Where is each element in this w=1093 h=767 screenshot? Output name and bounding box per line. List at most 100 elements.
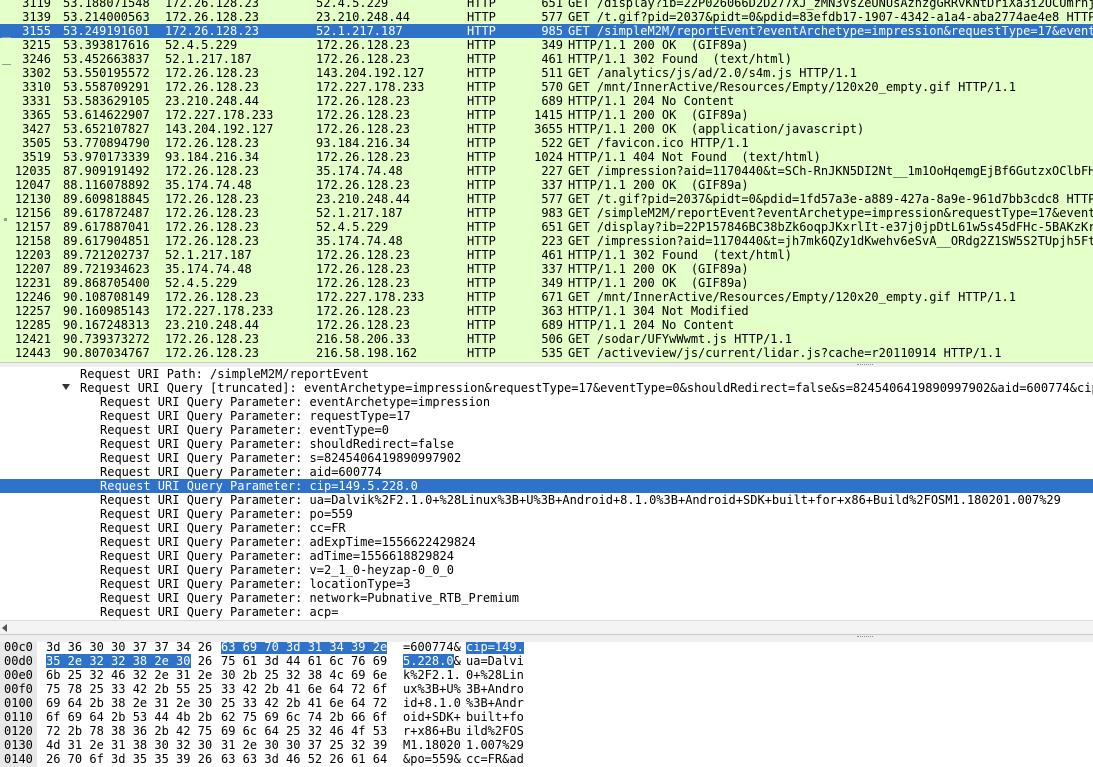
packet-row[interactable]: 3365 53.614622907 172.227.178.233 172.26.12… xyxy=(0,108,1093,122)
hex-row[interactable]: 00c0 3d 36 30 30 37 37 34 26 63 69 70 3d 3… xyxy=(0,642,1093,654)
hex-row[interactable]: 00f0 75 78 25 33 42 2b 55 25 33 42 2b 41 6… xyxy=(0,682,1093,696)
detail-text: Request URI Query Parameter: adTime=1556… xyxy=(100,549,455,563)
packet-protocol: HTTP xyxy=(467,318,496,332)
detail-row[interactable]: Request URI Query Parameter: adTime=1556… xyxy=(0,549,1093,563)
packet-info: GET /impression?aid=1170440&t=jh7mk6QZy1… xyxy=(568,234,1093,248)
packet-time: 89.721202737 xyxy=(63,248,150,262)
packet-length: 651 xyxy=(541,220,563,234)
packet-list[interactable]: 3119 53.188071548 172.26.128.23 52.4.5.229 H… xyxy=(0,0,1093,362)
details-horizontal-scrollbar[interactable] xyxy=(0,620,1093,634)
expand-arrow-icon[interactable] xyxy=(62,384,70,390)
packet-row[interactable]: 12035 87.909191492 172.26.128.23 35.174.74.… xyxy=(0,164,1093,178)
packet-row[interactable]: 12207 89.721934623 35.174.74.48 172.26.128.… xyxy=(0,262,1093,276)
packet-source: 172.26.128.23 xyxy=(165,206,259,220)
packet-length: 363 xyxy=(541,304,563,318)
detail-row[interactable]: Request URI Query Parameter: locationTyp… xyxy=(0,577,1093,591)
ascii-text: r+x86+Bu xyxy=(403,724,461,738)
detail-row[interactable]: Request URI Query Parameter: po=559 xyxy=(0,507,1093,521)
detail-row[interactable]: Request URI Query Parameter: ua=Dalvik%2… xyxy=(0,493,1093,507)
ascii-text: M1.18020 xyxy=(403,738,461,752)
packet-number: 12257 xyxy=(14,304,51,318)
packet-destination: 172.26.128.23 xyxy=(316,108,410,122)
packet-row[interactable]: 3310 53.558709291 172.26.128.23 172.227.178… xyxy=(0,80,1093,94)
packet-length: 227 xyxy=(541,164,563,178)
packet-row[interactable]: 12421 90.739373272 172.26.128.23 216.58.206… xyxy=(0,332,1093,346)
detail-row[interactable]: Request URI Query Parameter: cc=FR xyxy=(0,521,1093,535)
packet-protocol: HTTP xyxy=(467,276,496,290)
packet-details-tree[interactable]: Request URI Path: /simpleM2M/reportEvent… xyxy=(0,367,1093,620)
packet-row[interactable]: 12203 89.721202737 52.1.217.187 172.26.128.… xyxy=(0,248,1093,262)
packet-length: 570 xyxy=(541,80,563,94)
packet-row[interactable]: 12047 88.116078892 35.174.74.48 172.26.128.… xyxy=(0,178,1093,192)
packet-destination: 172.26.128.23 xyxy=(316,248,410,262)
hex-bytes-left: 6f 69 64 2b 53 44 4b 2b xyxy=(46,710,212,724)
packet-source: 93.184.216.34 xyxy=(165,150,259,164)
ascii-right: cc=FR&ad xyxy=(466,752,524,766)
packet-row[interactable]: 3519 53.970173339 93.184.216.34 172.26.128.… xyxy=(0,150,1093,164)
packet-row[interactable]: 12231 89.868705400 52.4.5.229 172.26.128.23… xyxy=(0,276,1093,290)
packet-row[interactable]: 3119 53.188071548 172.26.128.23 52.4.5.229 H… xyxy=(0,0,1093,10)
detail-row[interactable]: Request URI Query Parameter: adExpTime=1… xyxy=(0,535,1093,549)
packet-row[interactable]: 12158 89.617904851 172.26.128.23 35.174.74.… xyxy=(0,234,1093,248)
packet-row[interactable]: 3246 53.452663837 52.1.217.187 172.26.128.2… xyxy=(0,52,1093,66)
packet-source: 35.174.74.48 xyxy=(165,262,252,276)
detail-row[interactable]: Request URI Query Parameter: v=2_1_0-hey… xyxy=(0,563,1093,577)
detail-row[interactable]: Request URI Query Parameter: eventType=0 xyxy=(0,423,1093,437)
packet-row[interactable]: 3215 53.393817616 52.4.5.229 172.26.128.23 H… xyxy=(0,38,1093,52)
packet-time: 53.393817616 xyxy=(63,38,150,52)
hex-row[interactable]: 00e0 6b 25 32 46 32 2e 31 2e 30 2b 25 32 3… xyxy=(0,668,1093,682)
packet-row[interactable]: 12443 90.807034767 172.26.128.23 216.58.198… xyxy=(0,346,1093,360)
detail-row[interactable]: Request URI Path: /simpleM2M/reportEvent xyxy=(0,367,1093,381)
packet-row[interactable]: 12285 90.167248313 23.210.248.44 172.26.128… xyxy=(0,318,1093,332)
packet-source: 172.26.128.23 xyxy=(165,24,259,38)
hex-row[interactable]: 0130 4d 31 2e 31 38 30 32 30 31 2e 30 30 3… xyxy=(0,738,1093,752)
packet-row[interactable]: 3155 53.249191601 172.26.128.23 52.1.217.18… xyxy=(0,24,1093,38)
detail-row[interactable]: Request URI Query [truncated]: eventArch… xyxy=(0,381,1093,395)
packet-protocol: HTTP xyxy=(467,136,496,150)
detail-row[interactable]: Request URI Query Parameter: s=824540641… xyxy=(0,451,1093,465)
hex-row[interactable]: 0120 72 2b 78 38 36 2b 42 75 69 6c 64 25 3… xyxy=(0,724,1093,738)
packet-destination: 172.26.128.23 xyxy=(316,304,410,318)
ascii-text: &po=559& xyxy=(403,752,461,766)
packet-row[interactable]: 12157 89.617887041 172.26.128.23 52.4.5.229… xyxy=(0,220,1093,234)
packet-source: 172.227.178.233 xyxy=(165,304,274,318)
packet-destination: 35.174.74.48 xyxy=(316,164,403,178)
hex-row[interactable]: 0140 26 70 6f 3d 35 35 39 26 63 63 3d 46 5… xyxy=(0,752,1093,766)
packet-number: 12207 xyxy=(14,262,51,276)
packet-row[interactable]: 3331 53.583629105 23.210.248.44 172.26.128.… xyxy=(0,94,1093,108)
detail-row[interactable]: Request URI Query Parameter: cip=149.5.2… xyxy=(0,479,1093,493)
packet-row[interactable]: 3302 53.550195572 172.26.128.23 143.204.192… xyxy=(0,66,1093,80)
hex-row[interactable]: 00d0 35 2e 32 32 38 2e 30 26 75 61 3d 44 6… xyxy=(0,654,1093,668)
packet-row[interactable]: 12246 90.108708149 172.26.128.23 172.227.17… xyxy=(0,290,1093,304)
hex-row[interactable]: 0110 6f 69 64 2b 53 44 4b 2b 62 75 69 6c 7… xyxy=(0,710,1093,724)
packet-time: 90.807034767 xyxy=(63,346,150,360)
packet-destination: 216.58.206.33 xyxy=(316,332,410,346)
packet-row[interactable]: 12257 90.160985143 172.227.178.233 172.26.1… xyxy=(0,304,1093,318)
packet-length: 1024 xyxy=(534,150,563,164)
hex-row[interactable]: 0100 69 64 2b 38 2e 31 2e 30 25 33 42 2b 4… xyxy=(0,696,1093,710)
detail-text: Request URI Query Parameter: aid=600774 xyxy=(100,465,382,479)
packet-row[interactable]: 3139 53.214000563 172.26.128.23 23.210.248.… xyxy=(0,10,1093,24)
packet-row[interactable]: 3427 53.652107827 143.204.192.127 172.26.12… xyxy=(0,122,1093,136)
packet-row[interactable]: 12156 89.617872487 172.26.128.23 52.1.217.1… xyxy=(0,206,1093,220)
ascii-right: 0+%28Lin xyxy=(466,668,524,682)
packet-source: 52.1.217.187 xyxy=(165,248,252,262)
packet-bytes-pane[interactable]: 00c0 3d 36 30 30 37 37 34 26 63 69 70 3d 3… xyxy=(0,642,1093,767)
detail-row[interactable]: Request URI Query Parameter: aid=600774 xyxy=(0,465,1093,479)
packet-length: 535 xyxy=(541,346,563,360)
packet-source: 172.26.128.23 xyxy=(165,164,259,178)
packet-row[interactable]: 3505 53.770894790 172.26.128.23 93.184.216.… xyxy=(0,136,1093,150)
packet-time: 89.617904851 xyxy=(63,234,150,248)
ascii-right: ild%2FOS xyxy=(466,724,524,738)
detail-row[interactable]: Request URI Query Parameter: eventArchet… xyxy=(0,395,1093,409)
detail-row[interactable]: Request URI Query Parameter: shouldRedir… xyxy=(0,437,1093,451)
packet-info: HTTP/1.1 200 OK (GIF89a) xyxy=(568,38,749,52)
detail-row[interactable]: Request URI Query Parameter: acp= xyxy=(0,605,1093,619)
detail-row[interactable]: Request URI Query Parameter: requestType… xyxy=(0,409,1093,423)
hex-bytes: 35 2e 32 32 38 2e 30 xyxy=(46,654,191,668)
details-splitter[interactable] xyxy=(0,634,1093,642)
packet-row[interactable]: 12130 89.609818845 172.26.128.23 23.210.248… xyxy=(0,192,1093,206)
scroll-left-arrow-icon[interactable] xyxy=(2,624,7,632)
detail-row[interactable]: Request URI Query Parameter: network=Pub… xyxy=(0,591,1093,605)
splitter-grip[interactable] xyxy=(857,636,873,639)
